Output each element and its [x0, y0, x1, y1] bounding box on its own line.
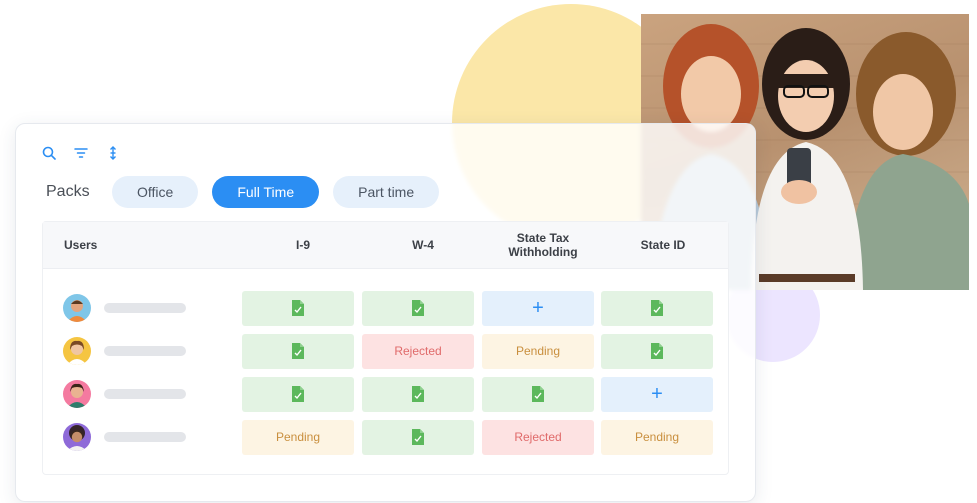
document-check-icon — [411, 385, 425, 403]
avatar — [63, 294, 91, 322]
cell-state-tax[interactable]: + — [482, 290, 594, 326]
packs-tabs: Packs Office Full Time Part time — [46, 176, 453, 208]
table-row: Rejected Pending — [43, 332, 728, 370]
cell-state-id[interactable] — [601, 333, 713, 369]
tab-office[interactable]: Office — [112, 176, 199, 208]
header-state-tax: State Tax Withholding — [508, 231, 578, 259]
cell-i9[interactable]: Pending — [242, 419, 354, 455]
table-header: Users I-9 W-4 State Tax Withholding Stat… — [43, 222, 728, 269]
cell-state-tax[interactable]: Pending — [482, 333, 594, 369]
avatar — [63, 423, 91, 451]
document-check-icon — [411, 299, 425, 317]
cell-state-tax[interactable] — [482, 376, 594, 412]
cell-i9[interactable] — [242, 376, 354, 412]
avatar — [63, 380, 91, 408]
packs-card: Packs Office Full Time Part time Users I… — [15, 123, 756, 502]
packs-label: Packs — [46, 183, 90, 200]
search-icon[interactable] — [40, 144, 58, 162]
table-row: Pending Rejected Pending — [43, 418, 728, 456]
status-label: Pending — [515, 344, 561, 358]
document-check-icon — [650, 299, 664, 317]
header-state-id: State ID — [640, 238, 686, 252]
cell-state-id[interactable]: Pending — [601, 419, 713, 455]
cell-state-id[interactable]: + — [601, 376, 713, 412]
avatar — [63, 337, 91, 365]
document-check-icon — [291, 299, 305, 317]
plus-icon: + — [532, 296, 544, 319]
header-i9: I-9 — [295, 238, 310, 252]
cell-w4[interactable] — [362, 290, 474, 326]
table-row: + — [43, 375, 728, 413]
tab-full-time[interactable]: Full Time — [212, 176, 320, 208]
user-name-placeholder — [104, 389, 186, 399]
document-check-icon — [531, 385, 545, 403]
plus-icon: + — [651, 382, 663, 405]
user-name-placeholder — [104, 303, 186, 313]
cell-w4[interactable] — [362, 419, 474, 455]
table-row: + — [43, 289, 728, 327]
cell-state-tax[interactable]: Rejected — [482, 419, 594, 455]
document-check-icon — [291, 342, 305, 360]
user-name-placeholder — [104, 432, 186, 442]
documents-table: Users I-9 W-4 State Tax Withholding Stat… — [42, 221, 729, 475]
status-label: Rejected — [394, 344, 442, 358]
document-check-icon — [291, 385, 305, 403]
filter-icon[interactable] — [72, 144, 90, 162]
tab-part-time[interactable]: Part time — [333, 176, 440, 208]
cell-w4[interactable] — [362, 376, 474, 412]
status-label: Rejected — [514, 430, 562, 444]
cell-w4[interactable]: Rejected — [362, 333, 474, 369]
header-users: Users — [64, 238, 98, 252]
cell-i9[interactable] — [242, 333, 354, 369]
sort-icon[interactable] — [104, 144, 122, 162]
toolbar — [40, 144, 122, 162]
header-w4: W-4 — [412, 238, 434, 252]
user-name-placeholder — [104, 346, 186, 356]
document-check-icon — [650, 342, 664, 360]
status-label: Pending — [275, 430, 321, 444]
status-label: Pending — [634, 430, 680, 444]
document-check-icon — [411, 428, 425, 446]
cell-state-id[interactable] — [601, 290, 713, 326]
cell-i9[interactable] — [242, 290, 354, 326]
